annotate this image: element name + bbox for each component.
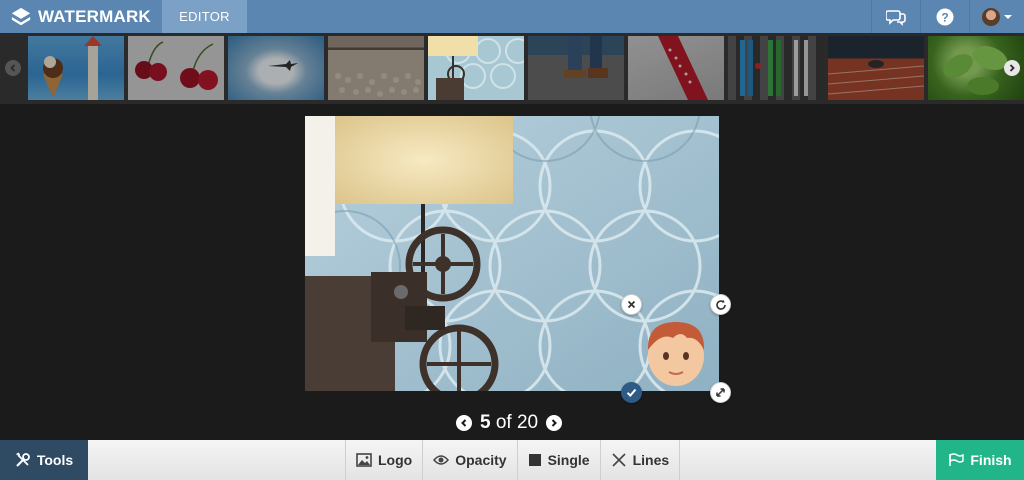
projector-image bbox=[428, 36, 524, 100]
resize-watermark-handle[interactable] bbox=[710, 382, 731, 403]
lines-tool-label: Lines bbox=[632, 452, 670, 468]
brand[interactable]: WATERMARK bbox=[10, 0, 151, 33]
square-icon bbox=[528, 454, 541, 466]
current-page: 5 bbox=[480, 412, 491, 433]
thumbnail-selected[interactable] bbox=[428, 36, 524, 100]
watermark-type-group: Logo Opacity Single Lines bbox=[345, 440, 681, 480]
resize-icon bbox=[716, 388, 725, 397]
thumbnail[interactable] bbox=[328, 36, 424, 100]
tab-editor[interactable]: EDITOR bbox=[162, 0, 247, 33]
rotate-icon bbox=[715, 299, 726, 310]
chat-icon bbox=[886, 9, 906, 26]
lines-tool-button[interactable]: Lines bbox=[599, 440, 681, 480]
track-image bbox=[828, 60, 924, 95]
skis-image bbox=[740, 40, 808, 96]
walking-image bbox=[564, 36, 608, 78]
remove-watermark-button[interactable] bbox=[621, 294, 642, 315]
finish-button[interactable]: Finish bbox=[936, 440, 1024, 480]
thumbnail[interactable] bbox=[828, 36, 924, 100]
cherries-image bbox=[135, 41, 218, 90]
image-icon bbox=[356, 453, 372, 467]
chevron-left-icon bbox=[10, 64, 16, 72]
thumbnail[interactable] bbox=[628, 36, 724, 100]
watermark-logo-icon bbox=[11, 7, 31, 25]
help-button[interactable]: ? bbox=[920, 0, 969, 33]
watermark-overlay[interactable] bbox=[635, 316, 717, 388]
editor-canvas bbox=[305, 116, 731, 403]
single-tool-button[interactable]: Single bbox=[516, 440, 600, 480]
thumbnail[interactable] bbox=[28, 36, 124, 100]
chevron-right-icon bbox=[1009, 64, 1015, 72]
previous-image-button[interactable] bbox=[456, 415, 472, 431]
thumbnail[interactable] bbox=[728, 36, 824, 100]
single-tool-label: Single bbox=[547, 452, 590, 468]
thumbnail-list bbox=[28, 36, 1024, 100]
page-total: of 20 bbox=[495, 412, 539, 433]
logo-tool-button[interactable]: Logo bbox=[345, 440, 422, 480]
logo-tool-label: Logo bbox=[378, 452, 413, 468]
finish-label: Finish bbox=[970, 452, 1012, 468]
opacity-tool-button[interactable]: Opacity bbox=[422, 440, 516, 480]
thumbnail[interactable] bbox=[528, 36, 624, 100]
checkmark-icon bbox=[626, 388, 637, 397]
header-actions: ? bbox=[871, 0, 1024, 33]
bottom-toolbar: Tools Logo Opacity Single Lines Finish bbox=[0, 440, 1024, 480]
chevron-down-icon bbox=[1004, 14, 1012, 19]
thumbnails-prev-button[interactable] bbox=[5, 60, 21, 76]
top-bar: WATERMARK EDITOR ? bbox=[0, 0, 1024, 33]
thumbnail[interactable] bbox=[128, 36, 224, 100]
image-pager: 5 of 20 bbox=[456, 412, 563, 434]
close-icon bbox=[627, 300, 636, 309]
ice-cream-image bbox=[43, 36, 102, 100]
tools-icon bbox=[16, 452, 30, 467]
confirm-watermark-button[interactable] bbox=[621, 382, 642, 403]
chevron-right-icon bbox=[551, 419, 558, 427]
rotate-watermark-handle[interactable] bbox=[710, 294, 731, 315]
opacity-tool-label: Opacity bbox=[455, 452, 507, 468]
firewood-image bbox=[335, 73, 421, 97]
tie-image bbox=[658, 36, 708, 100]
chat-button[interactable] bbox=[871, 0, 920, 33]
eye-icon bbox=[433, 455, 450, 465]
next-image-button[interactable] bbox=[546, 415, 563, 431]
account-menu[interactable] bbox=[969, 0, 1024, 33]
flag-icon bbox=[949, 453, 965, 466]
thumbnail-strip bbox=[0, 33, 1024, 104]
help-icon: ? bbox=[936, 8, 954, 25]
cross-lines-icon bbox=[612, 453, 626, 467]
brand-name: WATERMARK bbox=[38, 6, 151, 26]
svg-text:?: ? bbox=[941, 10, 948, 24]
airplane-image bbox=[268, 60, 298, 71]
avatar bbox=[982, 7, 1000, 26]
thumbnails-next-button[interactable] bbox=[1004, 60, 1020, 76]
thumbnail[interactable] bbox=[228, 36, 324, 100]
tools-label: Tools bbox=[36, 452, 74, 468]
tools-button[interactable]: Tools bbox=[0, 440, 88, 480]
chevron-left-icon bbox=[461, 419, 467, 427]
